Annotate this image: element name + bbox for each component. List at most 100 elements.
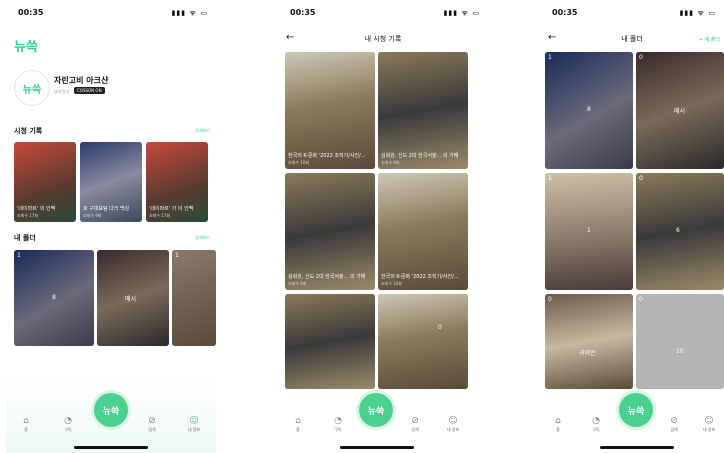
page-title: 내 시청 기록: [364, 35, 402, 43]
thumbnail: [378, 294, 468, 389]
history-card[interactable]: 한국의 K-문화 '2022 조직기/사진/... 조회수 10회: [378, 173, 468, 290]
status-bar: 00:35 ▮▮▮ ᯤ ▭: [278, 8, 488, 22]
home-indicator: [600, 446, 674, 449]
folder-count: 1: [175, 252, 179, 259]
profile-icon: ☺: [189, 416, 199, 426]
folder-label: 8: [52, 294, 56, 301]
folder-count: 1: [17, 252, 21, 259]
tab-bar: ⌂ 홈 ◔ 구독 뉴쓱 ⊘ 검색 ☺ 내 정보: [540, 393, 724, 439]
profile-handle: @자린고: [54, 89, 70, 94]
center-logo-button[interactable]: 뉴쓱: [359, 393, 393, 427]
tab-label: 검색: [148, 427, 156, 432]
tab-search[interactable]: ⊘ 검색: [659, 416, 689, 433]
folder-card[interactable]: 0 6: [636, 173, 724, 290]
tab-label: 홈: [556, 427, 560, 432]
card-views: 0: [438, 324, 442, 331]
tab-subscriptions[interactable]: ◔ 구독: [581, 416, 611, 433]
status-icons: ▮▮▮ ᯤ ▭: [171, 9, 208, 17]
history-card[interactable]: 김희완, 신도 2대 한국서울... 의 가해 조회수 9회: [378, 52, 468, 169]
history-card[interactable]: 김희완, 신도 2대 한국서울... 의 가해 조회수 9회: [285, 173, 375, 290]
tab-subscriptions[interactable]: ◔ 구독: [323, 416, 353, 433]
home-icon: ⌂: [555, 416, 561, 426]
folder-card[interactable]: 메시: [97, 250, 169, 346]
subscriptions-icon: ◔: [334, 416, 342, 426]
history-card[interactable]: 0: [378, 294, 468, 389]
app-logo: 뉴쓱: [14, 40, 38, 55]
thumbnail: [285, 294, 375, 389]
thumbnail: [545, 294, 633, 389]
folder-card[interactable]: 0 귀미반: [545, 294, 633, 389]
search-icon: ⊘: [411, 416, 419, 426]
card-views: 조회수 9회: [83, 213, 102, 218]
folder-label: 1: [587, 227, 591, 234]
tab-label: 내 정보: [187, 427, 201, 432]
center-logo-button[interactable]: 뉴쓱: [619, 393, 653, 427]
tab-label: 구독: [334, 427, 342, 432]
folder-card[interactable]: 0 메시: [636, 52, 724, 169]
folder-label: 귀미반: [579, 350, 596, 357]
card-caption: 호 구대표팀 다크 백성: [83, 206, 130, 212]
tab-home[interactable]: ⌂ 홈: [11, 416, 41, 433]
status-icons: ▮▮▮ ᯤ ▭: [443, 9, 480, 17]
folder-label: 10: [676, 348, 684, 355]
card-views: 조회수 9회: [288, 281, 307, 286]
folder-card[interactable]: 0 10: [636, 294, 724, 389]
card-caption: 한국의 K-문화 '2022 조직기/사진/...: [381, 274, 459, 280]
tab-label: 검색: [411, 427, 419, 432]
card-views: 조회수 17회: [149, 213, 171, 218]
tab-my-info[interactable]: ☺ 내 정보: [438, 416, 468, 433]
profile-icon: ☺: [704, 416, 714, 426]
tab-search[interactable]: ⊘ 검색: [137, 416, 167, 433]
search-icon: ⊘: [670, 416, 678, 426]
thumbnail: [172, 250, 216, 346]
folder-card[interactable]: 1: [172, 250, 216, 346]
tab-label: 홈: [296, 427, 300, 432]
tab-search[interactable]: ⊘ 검색: [400, 416, 430, 433]
subscriptions-icon: ◔: [64, 416, 72, 426]
tab-bar: ⌂ 홈 ◔ 구독 뉴쓱 ⊘ 검색 ☺ 내 정보: [6, 393, 216, 439]
tab-home[interactable]: ⌂ 홈: [543, 416, 573, 433]
history-section-title: 시청 기록: [14, 127, 43, 135]
tab-label: 내 정보: [702, 427, 716, 432]
history-card[interactable]: '네이마르' 의 인맥 조회수 17회: [14, 142, 76, 222]
history-card[interactable]: [285, 294, 375, 389]
watch-history-screen: 00:35 ▮▮▮ ᯤ ▭ ← 내 시청 기록 한국의 K-문화 '2022 조…: [278, 0, 488, 453]
home-indicator: [340, 446, 414, 449]
tab-bar: ⌂ 홈 ◔ 구독 뉴쓱 ⊘ 검색 ☺ 내 정보: [278, 393, 488, 439]
history-see-all-link[interactable]: 전체보기: [195, 128, 210, 134]
folders-section-title: 내 폴더: [14, 234, 36, 242]
tab-my-info[interactable]: ☺ 내 정보: [179, 416, 209, 433]
home-icon: ⌂: [23, 416, 29, 426]
folder-count: 0: [639, 296, 643, 303]
card-caption: 한국의 K-문화 '2022 조직기/사진/...: [288, 153, 366, 159]
folder-count: 0: [639, 54, 643, 61]
folder-card[interactable]: 1 8: [545, 52, 633, 169]
search-icon: ⊘: [148, 416, 156, 426]
folder-label: 메시: [674, 108, 686, 115]
folder-card[interactable]: 1 1: [545, 173, 633, 290]
home-indicator: [74, 446, 148, 449]
center-logo-button[interactable]: 뉴쓱: [94, 393, 128, 427]
status-time: 00:35: [552, 8, 578, 17]
tab-home[interactable]: ⌂ 홈: [283, 416, 313, 433]
card-caption: 김희완, 신도 2대 한국서울... 의 가해: [381, 153, 459, 159]
history-card[interactable]: 한국의 K-문화 '2022 조직기/사진/... 조회수 10회: [285, 52, 375, 169]
subscriptions-icon: ◔: [592, 416, 600, 426]
status-time: 00:35: [18, 8, 44, 17]
tab-label: 내 정보: [446, 427, 460, 432]
thumbnail: [636, 173, 724, 290]
home-screen: 00:35 ▮▮▮ ᯤ ▭ 뉴쓱 뉴쓱 자린고비 아크샨 @자린고 COSSON…: [6, 0, 216, 453]
folder-card[interactable]: 1 8: [14, 250, 94, 346]
history-card[interactable]: '네이마르' 가 이 인맥 조회수 17회: [146, 142, 208, 222]
new-folder-button[interactable]: + 새 폴더: [699, 36, 720, 43]
status-time: 00:35: [290, 8, 316, 17]
folders-see-all-link[interactable]: 전체보기: [195, 235, 210, 241]
tab-my-info[interactable]: ☺ 내 정보: [694, 416, 724, 433]
tab-subscriptions[interactable]: ◔ 구독: [53, 416, 83, 433]
history-card[interactable]: 호 구대표팀 다크 백성 조회수 9회: [80, 142, 142, 222]
card-caption: 김희완, 신도 2대 한국서울... 의 가해: [288, 274, 366, 280]
status-icons: ▮▮▮ ᯤ ▭: [679, 9, 716, 17]
folder-count: 0: [639, 175, 643, 182]
avatar[interactable]: 뉴쓱: [14, 70, 50, 106]
status-bar: 00:35 ▮▮▮ ᯤ ▭: [540, 8, 724, 22]
